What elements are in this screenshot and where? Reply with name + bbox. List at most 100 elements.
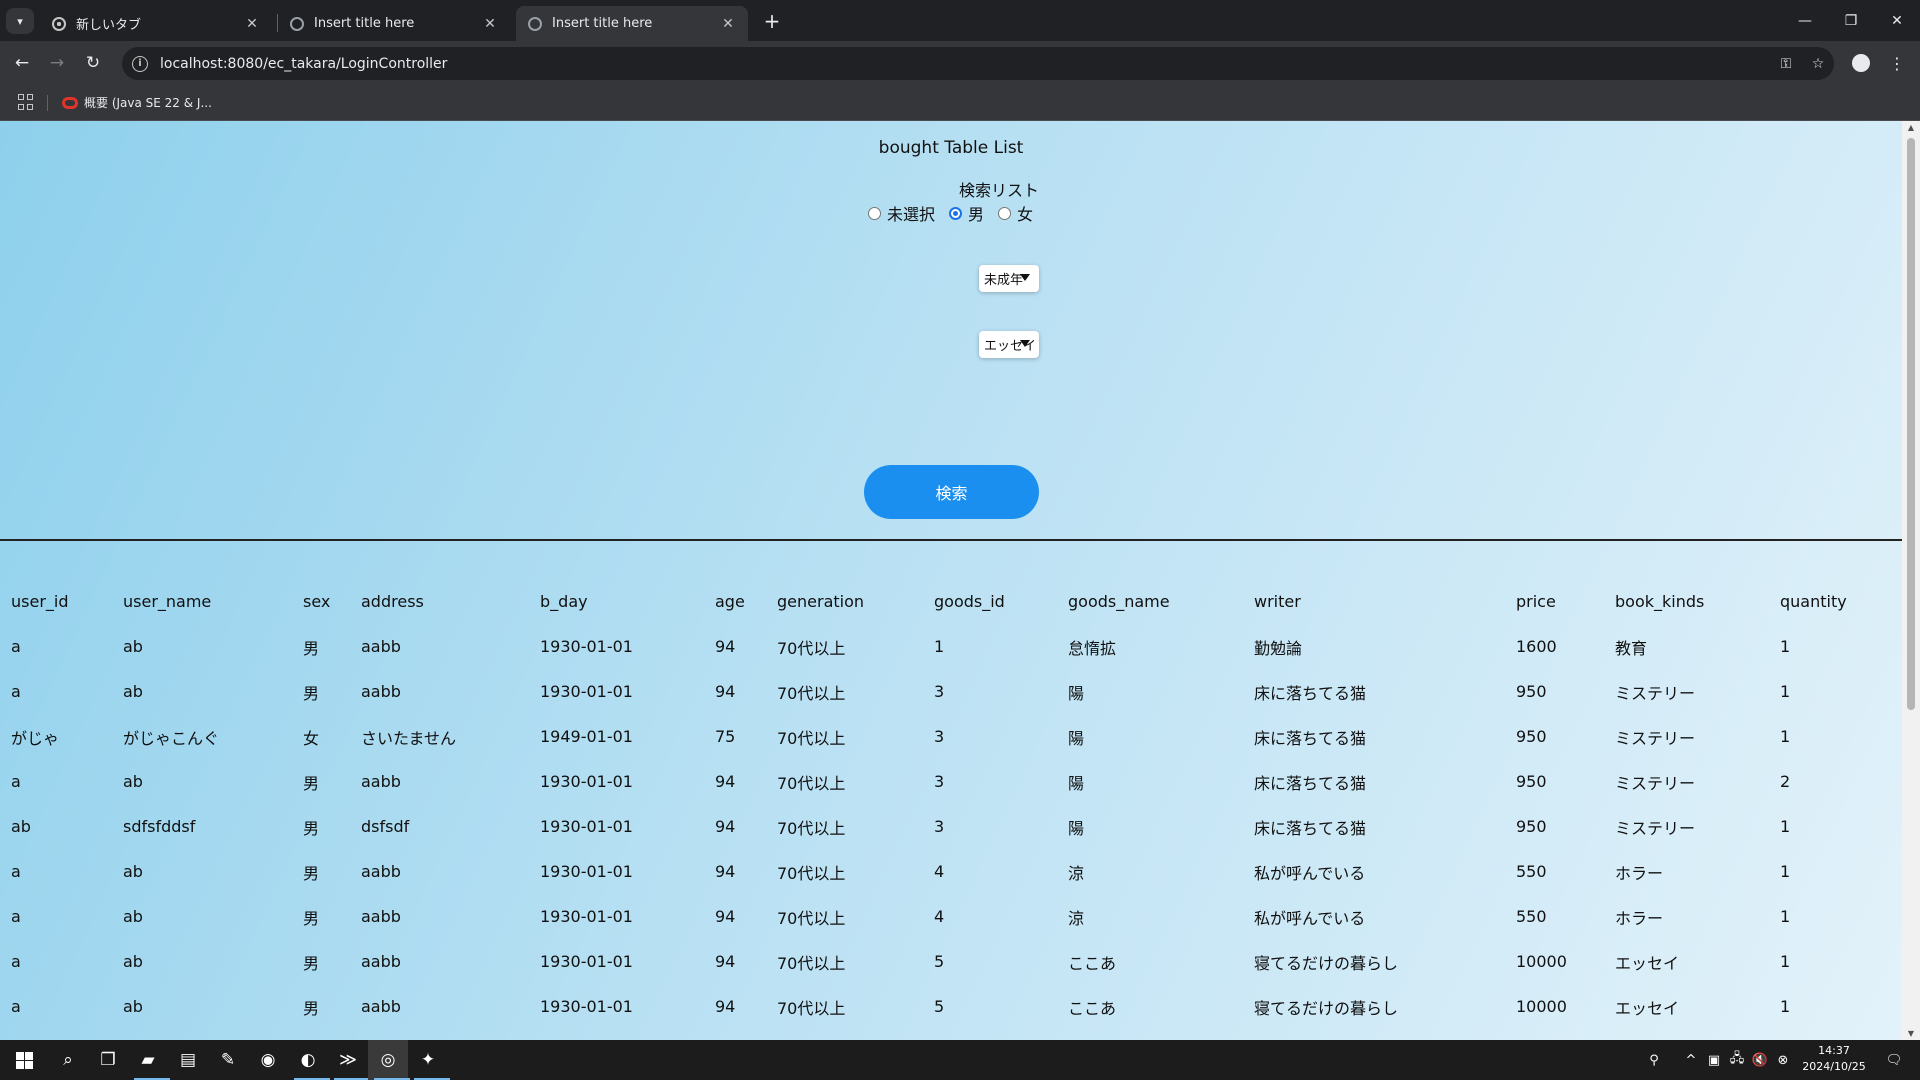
search-button[interactable]: 検索 xyxy=(864,465,1039,519)
table-cell: ab xyxy=(123,637,143,656)
app-icon: ✦ xyxy=(420,1050,436,1070)
table-cell: 1 xyxy=(1780,907,1791,926)
window-close-icon[interactable]: ✕ xyxy=(1874,0,1920,41)
table-cell: a xyxy=(11,682,21,701)
defender-icon[interactable]: ▣ xyxy=(1703,1040,1725,1080)
column-header: sex xyxy=(303,592,331,611)
generation-select[interactable]: 未成年 xyxy=(979,265,1039,292)
table-cell: 寝てるだけの暮らし xyxy=(1254,998,1399,1018)
people-icon[interactable]: ⚲ xyxy=(1640,1040,1668,1080)
password-key-icon[interactable]: ⚿ xyxy=(1770,48,1802,80)
radio-female[interactable] xyxy=(998,206,1012,220)
profile-icon[interactable] xyxy=(1846,48,1876,78)
table-cell: 70代以上 xyxy=(777,638,846,658)
table-row: a ab 男 aabb 1930-01-01 94 70代以上 1 怠惰拡 勤勉論 1600 教育 1 xyxy=(0,624,1859,669)
table-cell: 94 xyxy=(715,862,736,881)
table-cell: 3 xyxy=(934,727,945,746)
table-cell: 70代以上 xyxy=(777,908,846,928)
url-text[interactable]: localhost:8080/ec_takara/LoginController xyxy=(160,56,1770,72)
table-cell: 70代以上 xyxy=(777,953,846,973)
address-bar[interactable]: i localhost:8080/ec_takara/LoginControll… xyxy=(122,47,1834,80)
table-cell: がじゃこんぐ xyxy=(123,728,220,748)
table-cell: 1 xyxy=(934,637,945,656)
taskbar-notes-button[interactable]: ✎ xyxy=(208,1040,248,1080)
new-tab-plus-icon[interactable]: + xyxy=(758,8,786,34)
table-cell: 70代以上 xyxy=(777,863,846,883)
book-kind-select[interactable]: エッセイ xyxy=(979,331,1039,358)
table-cell: 94 xyxy=(715,637,736,656)
table-cell: ホラー xyxy=(1615,908,1664,928)
table-cell: ミステリー xyxy=(1615,728,1696,748)
radio-unselected[interactable] xyxy=(868,206,881,220)
table-cell: 94 xyxy=(715,772,736,791)
scroll-up-arrow-icon[interactable]: ▲ xyxy=(1906,123,1916,132)
back-arrow-icon[interactable]: ← xyxy=(7,48,37,78)
taskbar-edge-button[interactable]: ◉ xyxy=(248,1040,288,1080)
close-icon[interactable]: ✕ xyxy=(720,16,736,32)
taskbar-search-button[interactable]: ⌕ xyxy=(48,1040,88,1080)
taskbar-powershell-button[interactable]: ≫ xyxy=(328,1040,370,1080)
close-icon[interactable]: ✕ xyxy=(482,16,498,32)
column-header: quantity xyxy=(1780,592,1847,611)
notification-icon[interactable]: 🗨 xyxy=(1874,1040,1914,1080)
scroll-down-arrow-icon[interactable]: ▼ xyxy=(1906,1029,1916,1038)
tab-new-tab[interactable]: 新しいタブ ✕ xyxy=(40,6,272,41)
scroll-thumb[interactable] xyxy=(1907,138,1915,710)
clock[interactable]: 14:37 2024/10/25 xyxy=(1800,1043,1868,1075)
start-button[interactable] xyxy=(0,1040,48,1080)
taskbar-file-explorer-button[interactable]: ▰ xyxy=(128,1040,170,1080)
taskbar-chrome-button[interactable]: ◎ xyxy=(368,1040,410,1080)
page-scrollbar[interactable]: ▲ ▼ xyxy=(1902,121,1920,1040)
table-cell: 950 xyxy=(1516,817,1547,836)
table-cell: 3 xyxy=(934,817,945,836)
table-cell: 男 xyxy=(303,863,320,883)
table-cell: 550 xyxy=(1516,862,1547,881)
column-header: price xyxy=(1516,592,1556,611)
eclipse-icon: ◐ xyxy=(300,1050,316,1070)
taskbar-notepad-button[interactable]: ▤ xyxy=(168,1040,208,1080)
kebab-menu-icon[interactable]: ⋮ xyxy=(1882,48,1912,78)
table-cell: ab xyxy=(123,952,143,971)
table-cell: ミステリー xyxy=(1615,773,1696,793)
bookmark-star-icon[interactable]: ☆ xyxy=(1802,48,1834,80)
table-cell: 1930-01-01 xyxy=(540,637,633,656)
table-cell: 男 xyxy=(303,638,320,658)
network-icon[interactable]: 🖧 xyxy=(1726,1040,1748,1080)
column-header: generation xyxy=(777,592,865,611)
table-cell: 94 xyxy=(715,997,736,1016)
table-cell: dsfsdf xyxy=(361,817,410,836)
site-info-icon[interactable]: i xyxy=(132,55,148,72)
table-cell: ab xyxy=(123,682,143,701)
tab-insert-title-2[interactable]: Insert title here ✕ xyxy=(516,6,748,41)
table-cell: a xyxy=(11,637,21,656)
table-cell: 1930-01-01 xyxy=(540,907,633,926)
table-cell: 寝てるだけの暮らし xyxy=(1254,953,1399,973)
table-cell: 3 xyxy=(934,682,945,701)
reload-icon[interactable]: ↻ xyxy=(78,48,108,78)
table-cell: 男 xyxy=(303,953,320,973)
tab-insert-title-1[interactable]: Insert title here ✕ xyxy=(278,6,510,41)
tab-search-chevron-icon[interactable]: ▾ xyxy=(6,8,34,34)
table-cell: 550 xyxy=(1516,907,1547,926)
table-cell: 陽 xyxy=(1068,728,1085,748)
restore-icon[interactable]: ❐ xyxy=(1828,0,1874,41)
apps-grid-icon[interactable] xyxy=(18,94,34,110)
table-cell: 勤勉論 xyxy=(1254,638,1303,658)
table-cell: 70代以上 xyxy=(777,998,846,1018)
select-value: 未成年 xyxy=(984,273,1024,288)
minimize-icon[interactable]: — xyxy=(1782,0,1828,41)
ime-icon[interactable]: ⊗ xyxy=(1772,1040,1794,1080)
taskbar-eclipse-button[interactable]: ◐ xyxy=(288,1040,330,1080)
taskbar-task-view-button[interactable]: ❐ xyxy=(88,1040,128,1080)
table-cell: a xyxy=(11,997,21,1016)
volume-muted-icon[interactable]: 🔇 xyxy=(1749,1040,1771,1080)
table-cell: 男 xyxy=(303,908,320,928)
divider xyxy=(0,539,1902,541)
close-icon[interactable]: ✕ xyxy=(244,16,260,32)
bookmark-java-se[interactable]: 概要 (Java SE 22 & J... xyxy=(62,94,212,111)
chevron-up-icon[interactable]: ^ xyxy=(1680,1040,1702,1080)
taskbar-app-button[interactable]: ✦ xyxy=(408,1040,450,1080)
forward-arrow-icon[interactable]: → xyxy=(42,48,72,78)
radio-male[interactable] xyxy=(949,206,963,220)
table-cell: 1 xyxy=(1780,862,1791,881)
